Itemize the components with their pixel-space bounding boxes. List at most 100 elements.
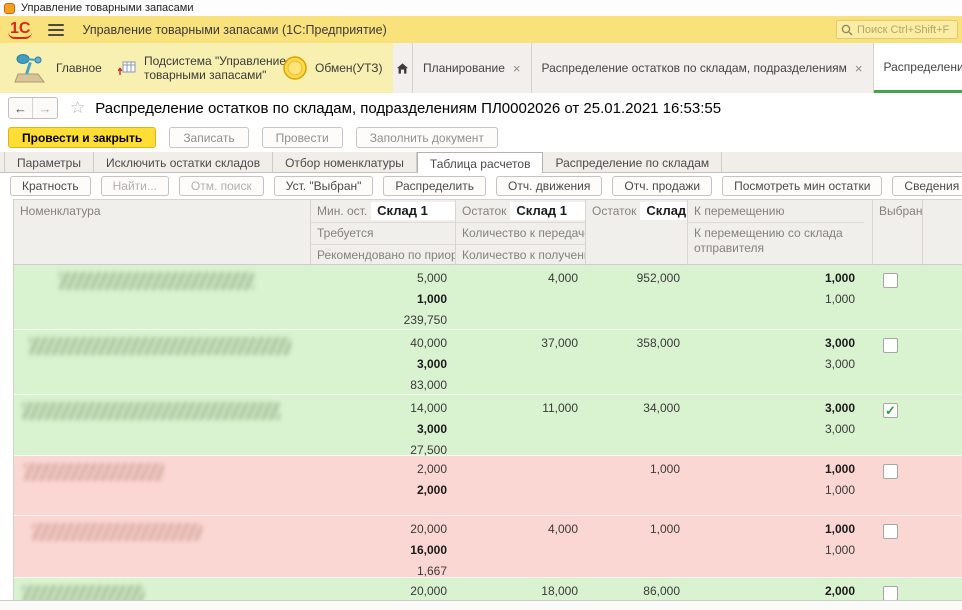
home-tab-button[interactable]: [393, 43, 413, 93]
table-row[interactable]: 20,00018,00086,0002,000: [14, 578, 962, 600]
close-icon[interactable]: ×: [855, 61, 863, 76]
row-checkbox[interactable]: [883, 586, 898, 600]
coin-icon: [283, 56, 307, 80]
ribbon-section-main[interactable]: Главное: [14, 43, 102, 93]
cell-stock-2[interactable]: 86,000: [585, 578, 687, 600]
cell-stock-1[interactable]: 18,000: [455, 578, 585, 600]
form-tab-item[interactable]: Параметры: [4, 152, 94, 173]
cell-stock-1[interactable]: 37,000: [455, 330, 585, 396]
close-icon[interactable]: ×: [513, 61, 521, 76]
cell-min-stock[interactable]: 40,0003,00083,000: [310, 330, 455, 396]
cell-move[interactable]: 2,000: [687, 578, 872, 600]
column-min-stock[interactable]: Мин. ост. Склад 1 Требуется Рекомендован…: [310, 200, 455, 266]
window-tab-planning[interactable]: Планирование ×: [413, 43, 532, 93]
table-row[interactable]: 20,00016,0001,6674,0001,0001,0001,000: [14, 516, 962, 578]
subcolumn-move-from: К перемещению со склада отправителя: [688, 222, 864, 256]
window-tab-distribution-active[interactable]: Распределение остатков по складам, по: [874, 43, 962, 93]
row-checkbox[interactable]: ✓: [883, 403, 898, 418]
cell-move[interactable]: 1,0001,000: [687, 516, 872, 582]
cell-stock-2[interactable]: 952,000: [585, 265, 687, 331]
column-stock-1[interactable]: Остаток Склад 1 Количество к передаче Ко…: [455, 200, 585, 266]
cell-stock-2[interactable]: 1,000: [585, 516, 687, 582]
cell-value: 1,000: [585, 459, 687, 480]
ribbon-section-subsystem[interactable]: Подсистема "Управление товарными запасам…: [118, 43, 294, 93]
form-tab-item[interactable]: Отбор номенклатуры: [273, 152, 417, 173]
cell-chosen[interactable]: [872, 516, 922, 582]
cell-move[interactable]: 1,0001,000: [687, 456, 872, 522]
cell-min-stock[interactable]: 20,00016,0001,667: [310, 516, 455, 582]
ribbon-section-label: Подсистема "Управление товарными запасам…: [144, 54, 294, 82]
forward-button[interactable]: →: [33, 98, 57, 118]
cell-stock-1[interactable]: [455, 456, 585, 522]
cell-nomenclature[interactable]: [14, 395, 310, 461]
cell-nomenclature[interactable]: [14, 456, 310, 522]
toolbar-button[interactable]: Распределить: [383, 176, 486, 196]
cell-value: 83,000: [310, 375, 455, 396]
row-checkbox[interactable]: [883, 524, 898, 539]
form-tab-item[interactable]: Исключить остатки складов: [94, 152, 273, 173]
table-row[interactable]: 2,0002,0001,0001,0001,000: [14, 456, 962, 516]
window-tab-label: Распределение остатков по складам, по: [884, 60, 962, 74]
search-input[interactable]: Поиск Ctrl+Shift+F: [836, 20, 958, 39]
toolbar-button[interactable]: Кратность: [10, 176, 91, 196]
form-tab-item[interactable]: Распределение по складам: [543, 152, 722, 173]
cell-stock-1[interactable]: 4,000: [455, 265, 585, 331]
toolbar-button[interactable]: Сведения: [892, 176, 962, 196]
cell-min-stock[interactable]: 20,000: [310, 578, 455, 600]
cell-value: 2,000: [310, 459, 455, 480]
save-button[interactable]: Записать: [169, 127, 248, 148]
form-tab-active[interactable]: Таблица расчетов: [417, 152, 544, 174]
cell-stock-1[interactable]: 11,000: [455, 395, 585, 461]
cell-nomenclature[interactable]: [14, 265, 310, 331]
column-stock-2[interactable]: Остаток Склад 2: [585, 200, 687, 266]
redacted-name: [32, 523, 202, 541]
favorite-star-icon[interactable]: ☆: [70, 98, 85, 118]
cell-chosen[interactable]: [872, 578, 922, 600]
cell-nomenclature[interactable]: [14, 516, 310, 582]
subcolumn-qty-receive: Количество к получению: [456, 244, 585, 266]
cell-min-stock[interactable]: 14,0003,00027,500: [310, 395, 455, 461]
cell-chosen[interactable]: ✓: [872, 395, 922, 461]
cell-stock-2[interactable]: 34,000: [585, 395, 687, 461]
cell-min-stock[interactable]: 2,0002,000: [310, 456, 455, 522]
row-checkbox[interactable]: [883, 338, 898, 353]
toolbar-button[interactable]: Отч. продажи: [612, 176, 712, 196]
cell-stock-1[interactable]: 4,000: [455, 516, 585, 582]
post-button[interactable]: Провести: [262, 127, 343, 148]
cell-min-stock[interactable]: 5,0001,000239,750: [310, 265, 455, 331]
cell-move[interactable]: 1,0001,000: [687, 265, 872, 331]
column-label: Номенклатура: [20, 201, 101, 222]
cell-value: 2,000: [310, 480, 455, 501]
row-checkbox[interactable]: [883, 273, 898, 288]
cell-stock-2[interactable]: 1,000: [585, 456, 687, 522]
back-button[interactable]: ←: [9, 98, 33, 118]
table-row[interactable]: 5,0001,000239,7504,000952,0001,0001,000: [14, 265, 962, 330]
table-row[interactable]: 14,0003,00027,50011,00034,0003,0003,000✓: [14, 395, 962, 456]
cell-stock-2[interactable]: 358,000: [585, 330, 687, 396]
row-checkbox[interactable]: [883, 464, 898, 479]
cell-chosen[interactable]: [872, 265, 922, 331]
ribbon-section-exchange[interactable]: Обмен(УТЗ): [283, 43, 383, 93]
cell-move[interactable]: 3,0003,000: [687, 395, 872, 461]
post-and-close-button[interactable]: Провести и закрыть: [8, 127, 156, 148]
cell-value: 1,000: [310, 289, 455, 310]
column-chosen[interactable]: Выбран: [872, 200, 922, 266]
table-row[interactable]: 40,0003,00083,00037,000358,0003,0003,000: [14, 330, 962, 395]
toolbar-button[interactable]: Отм. поиск: [179, 176, 264, 196]
toolbar-button[interactable]: Уст. "Выбран": [274, 176, 374, 196]
cell-move[interactable]: 3,0003,000: [687, 330, 872, 396]
cell-chosen[interactable]: [872, 330, 922, 396]
cell-nomenclature[interactable]: [14, 330, 310, 396]
column-nomenclature[interactable]: Номенклатура: [14, 200, 310, 266]
column-move[interactable]: К перемещению К перемещению со склада от…: [687, 200, 872, 266]
toolbar-button[interactable]: Посмотреть мин остатки: [722, 176, 882, 196]
cell-value: 239,750: [310, 310, 455, 331]
search-placeholder: Поиск Ctrl+Shift+F: [857, 24, 949, 36]
toolbar-button[interactable]: Найти...: [101, 176, 169, 196]
toolbar-button[interactable]: Отч. движения: [496, 176, 602, 196]
window-tab-distribution[interactable]: Распределение остатков по складам, подра…: [532, 43, 874, 93]
cell-chosen[interactable]: [872, 456, 922, 522]
fill-document-button[interactable]: Заполнить документ: [356, 127, 498, 148]
hamburger-menu-icon[interactable]: [48, 24, 64, 36]
cell-nomenclature[interactable]: [14, 578, 310, 600]
